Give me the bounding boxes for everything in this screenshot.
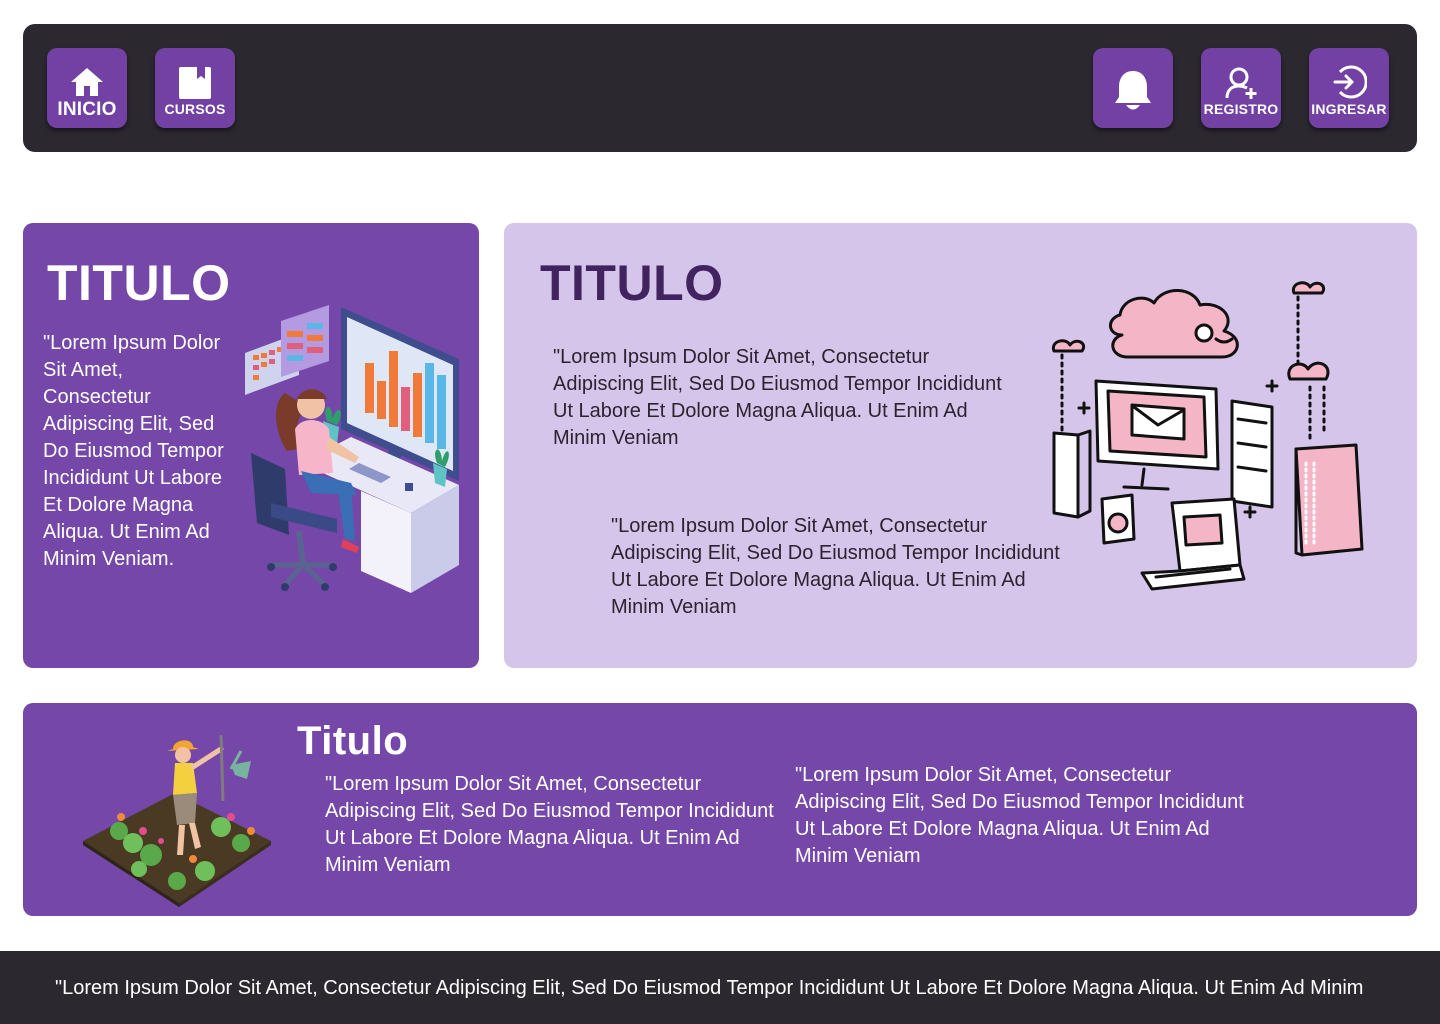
card-text-1: "Lorem Ipsum Dolor Sit Amet, Consectetur…: [553, 346, 1002, 449]
inicio-label: INICIO: [57, 98, 117, 120]
footer: "Lorem Ipsum Dolor Sit Amet, Consectetur…: [0, 951, 1440, 1024]
ingresar-label: INGRESAR: [1311, 101, 1387, 117]
feature-card-computer: TITULO "Lorem Ipsum Dolor Sit Amet, Cons…: [23, 223, 479, 668]
cloud-computing-illustration: [1051, 281, 1364, 591]
ingresar-button[interactable]: INGRESAR: [1309, 48, 1389, 128]
card-text-2: "Lorem Ipsum Dolor Sit Amet, Consectetur…: [611, 515, 1060, 618]
notifications-button[interactable]: [1093, 48, 1173, 128]
inicio-button[interactable]: INICIO: [47, 48, 127, 128]
gardener-illustration: [83, 734, 271, 907]
card-text: "Lorem Ipsum Dolor Sit Amet, Consectetur…: [43, 332, 224, 570]
user-plus-icon: [1224, 60, 1258, 100]
bell-icon: [1112, 68, 1154, 117]
feature-card-cloud: TITULO "Lorem Ipsum Dolor Sit Amet, Cons…: [504, 223, 1417, 668]
footer-text: "Lorem Ipsum Dolor Sit Amet, Consectetur…: [55, 977, 1364, 999]
top-navbar: INICIO CURSOS REGISTRO INGRESAR: [23, 24, 1417, 152]
feature-card-garden: Titulo "Lorem Ipsum Dolor Sit Amet, Cons…: [23, 703, 1417, 916]
cursos-button[interactable]: CURSOS: [155, 48, 235, 128]
card-title: Titulo: [297, 719, 409, 763]
card-text-2: "Lorem Ipsum Dolor Sit Amet, Consectetur…: [795, 764, 1244, 867]
registro-label: REGISTRO: [1203, 101, 1279, 117]
book-icon: [178, 60, 212, 100]
registro-button[interactable]: REGISTRO: [1201, 48, 1281, 128]
cursos-label: CURSOS: [164, 101, 226, 117]
login-icon: [1331, 60, 1367, 100]
card-title: TITULO: [47, 255, 231, 311]
card-title: TITULO: [540, 255, 724, 311]
person-at-computer-illustration: [245, 305, 459, 593]
card-text-1: "Lorem Ipsum Dolor Sit Amet, Consectetur…: [325, 773, 774, 876]
home-icon: [70, 58, 104, 98]
